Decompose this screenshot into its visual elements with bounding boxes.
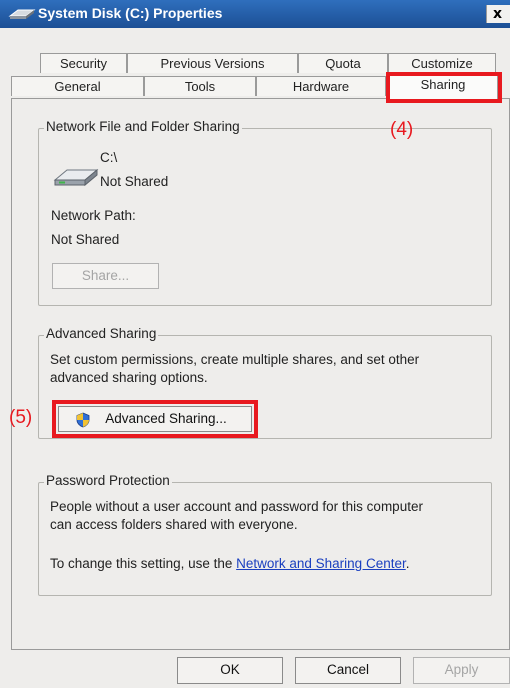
hard-drive-icon xyxy=(51,164,99,188)
tab-previous-versions[interactable]: Previous Versions xyxy=(127,53,298,73)
tab-sharing[interactable]: Sharing xyxy=(388,74,498,99)
tab-security[interactable]: Security xyxy=(40,53,127,73)
advanced-sharing-description-2: advanced sharing options. xyxy=(50,370,208,385)
step-4-label: (4) xyxy=(390,119,414,140)
tab-customize[interactable]: Customize xyxy=(388,53,496,73)
tab-general[interactable]: General xyxy=(11,76,144,96)
drive-icon xyxy=(8,7,36,21)
tab-hardware[interactable]: Hardware xyxy=(256,76,386,96)
properties-dialog: System Disk (C:) Properties x Security P… xyxy=(0,0,510,688)
password-protection-text-2: can access folders shared with everyone. xyxy=(50,517,298,532)
ok-button[interactable]: OK xyxy=(177,657,283,684)
drive-share-status: Not Shared xyxy=(100,174,169,189)
change-setting-text: To change this setting, use the Network … xyxy=(50,556,409,571)
window-title: System Disk (C:) Properties xyxy=(38,5,223,21)
drive-name: C:\ xyxy=(100,150,118,165)
advanced-sharing-description-1: Set custom permissions, create multiple … xyxy=(50,352,420,367)
network-path-label: Network Path: xyxy=(51,208,136,223)
title-bar[interactable]: System Disk (C:) Properties x xyxy=(0,0,510,28)
tab-tools[interactable]: Tools xyxy=(144,76,256,96)
close-button[interactable]: x xyxy=(486,5,510,23)
cancel-button[interactable]: Cancel xyxy=(295,657,401,684)
advanced-sharing-button[interactable]: Advanced Sharing... xyxy=(58,406,252,432)
password-protection-text-1: People without a user account and passwo… xyxy=(50,499,423,514)
apply-button[interactable]: Apply xyxy=(413,657,510,684)
network-sharing-legend: Network File and Folder Sharing xyxy=(44,119,242,134)
step-5-label: (5) xyxy=(9,407,33,428)
advanced-sharing-button-label: Advanced Sharing... xyxy=(105,411,227,426)
tab-quota[interactable]: Quota xyxy=(298,53,388,73)
password-protection-legend: Password Protection xyxy=(44,473,172,488)
network-path-value: Not Shared xyxy=(51,232,120,247)
network-sharing-center-link[interactable]: Network and Sharing Center xyxy=(236,556,406,571)
share-button[interactable]: Share... xyxy=(52,263,159,289)
advanced-sharing-legend: Advanced Sharing xyxy=(44,326,159,341)
uac-shield-icon xyxy=(75,412,91,428)
change-setting-prefix: To change this setting, use the xyxy=(50,556,237,571)
change-setting-suffix: . xyxy=(405,556,410,571)
dialog-footer: OK Cancel Apply xyxy=(0,650,510,688)
